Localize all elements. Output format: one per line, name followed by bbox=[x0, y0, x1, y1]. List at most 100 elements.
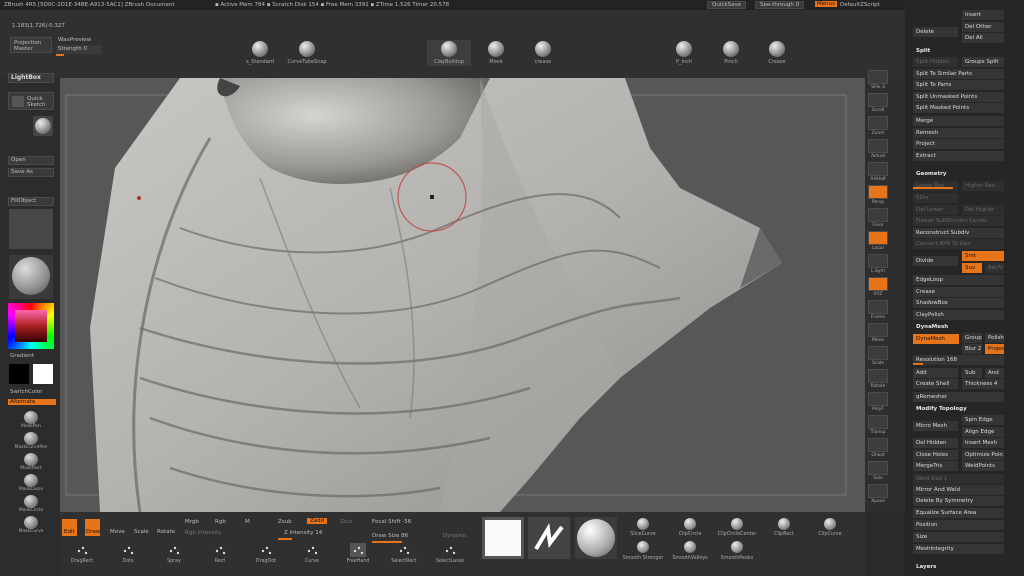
weld-dist-slider[interactable]: Weld Dist 1 bbox=[913, 474, 1004, 484]
shelf-spix-3-button[interactable] bbox=[868, 70, 888, 84]
mask-brush-icon[interactable] bbox=[24, 411, 38, 424]
mask-brush-label[interactable]: MaskCurvePen bbox=[6, 445, 56, 450]
stroke-label[interactable]: SelectLasso bbox=[428, 559, 472, 564]
merge-button[interactable]: Merge bbox=[913, 116, 1004, 126]
stroke-label[interactable]: DragRect bbox=[60, 559, 104, 564]
shelf-zoom-button[interactable] bbox=[868, 116, 888, 130]
del-hidden-button[interactable]: Del Hidden bbox=[913, 438, 958, 448]
mask-brush-label[interactable]: MaskCurve bbox=[6, 529, 56, 534]
position-section[interactable]: Position bbox=[913, 520, 1004, 530]
del-other-button[interactable]: Del Other bbox=[962, 22, 1004, 32]
mask-brush-label[interactable]: MaskPen bbox=[6, 424, 56, 429]
brush-label[interactable]: CurveTubeSnap bbox=[287, 59, 327, 65]
lightbox-button[interactable]: LightBox bbox=[8, 73, 54, 83]
draw-mode-button[interactable]: Draw bbox=[85, 519, 100, 536]
groups-toggle[interactable]: Groups bbox=[962, 333, 982, 343]
stroke-label[interactable]: Rect bbox=[198, 559, 242, 564]
mask-brush-icon[interactable] bbox=[24, 453, 38, 466]
scale-mode-button[interactable]: Scale bbox=[134, 529, 149, 535]
quick-sketch-button[interactable]: Quick Sketch bbox=[8, 92, 54, 110]
dynamic-button[interactable]: Dynamic bbox=[443, 533, 467, 539]
brush-sphere-icon[interactable] bbox=[676, 41, 692, 57]
material-swatch[interactable] bbox=[33, 116, 53, 136]
groups-split-button[interactable]: Groups Split bbox=[962, 57, 1004, 67]
brush-label[interactable]: s_Standard bbox=[240, 59, 280, 65]
brush-sphere-icon[interactable] bbox=[299, 41, 315, 57]
shelf-actual-button[interactable] bbox=[868, 139, 888, 153]
dynamesh-project-toggle[interactable]: Projec bbox=[985, 344, 1004, 354]
optimize-points-button[interactable]: Optimize Poin bbox=[962, 450, 1004, 460]
smooth-brush-icon[interactable] bbox=[637, 541, 649, 553]
crease-button[interactable]: Crease bbox=[913, 287, 1004, 297]
blur-slider[interactable]: Blur 2 bbox=[962, 344, 982, 354]
delete-button[interactable]: Delete bbox=[913, 27, 958, 37]
alternate-button[interactable]: Alternate bbox=[8, 399, 56, 405]
move-mode-button[interactable]: Move bbox=[110, 529, 125, 535]
stroke-curve-icon[interactable] bbox=[304, 543, 320, 557]
mirror-and-weld-button[interactable]: Mirror And Weld bbox=[913, 485, 1004, 495]
mask-brush-label[interactable]: MaskLasso bbox=[6, 487, 56, 492]
mask-brush-icon[interactable] bbox=[24, 516, 38, 529]
shelf-floor-button[interactable] bbox=[868, 208, 888, 222]
mask-brush-icon[interactable] bbox=[24, 474, 38, 487]
clip-brush-label[interactable]: ClipCircleCenter bbox=[713, 532, 761, 537]
smooth-brush-label[interactable]: SmoothValleys bbox=[666, 556, 714, 561]
fill-object-button[interactable]: FillObject bbox=[8, 197, 54, 206]
main-color-swatch[interactable] bbox=[9, 364, 29, 384]
sub-button[interactable]: Sub bbox=[962, 368, 982, 378]
save-as-button[interactable]: Save As bbox=[8, 168, 54, 177]
smooth-brush-label[interactable]: Smooth Stronger bbox=[619, 556, 667, 561]
brush-sphere-icon[interactable] bbox=[252, 41, 268, 57]
stroke-label[interactable]: Spray bbox=[152, 559, 196, 564]
mask-brush-icon[interactable] bbox=[24, 432, 38, 445]
equalize-surface-area-button[interactable]: Equalize Surface Area bbox=[913, 508, 1004, 518]
brush-sphere-icon[interactable] bbox=[488, 41, 504, 57]
shelf-ghost-button[interactable] bbox=[868, 438, 888, 452]
clip-brush-icon[interactable] bbox=[637, 518, 649, 530]
stroke-dots-icon[interactable] bbox=[120, 543, 136, 557]
open-button[interactable]: Open bbox=[8, 156, 54, 165]
mask-brush-icon[interactable] bbox=[24, 495, 38, 508]
align-edge-button[interactable]: Align Edge bbox=[962, 427, 1004, 437]
strength-slider[interactable]: Strength 0 bbox=[56, 45, 102, 54]
suv-toggle[interactable]: Suv bbox=[962, 263, 982, 273]
zadd-button[interactable]: Zadd bbox=[307, 518, 328, 524]
weld-points-button[interactable]: WeldPoints bbox=[962, 461, 1004, 471]
brush-sphere-icon[interactable] bbox=[769, 41, 785, 57]
split-masked-points-button[interactable]: Split Masked Points bbox=[913, 103, 1004, 113]
zsub-button[interactable]: Zsub bbox=[278, 519, 292, 525]
divide-button[interactable]: Divide bbox=[913, 256, 958, 266]
brush-sphere-icon[interactable] bbox=[441, 41, 457, 57]
wax-preview-label[interactable]: WaxPreview bbox=[58, 37, 91, 43]
clip-brush-icon[interactable] bbox=[778, 518, 790, 530]
brush-label[interactable]: P_Inch bbox=[664, 59, 704, 65]
delete-by-symmetry-button[interactable]: Delete By Symmetry bbox=[913, 496, 1004, 506]
clip-brush-icon[interactable] bbox=[684, 518, 696, 530]
remesh-button[interactable]: Remesh bbox=[913, 128, 1004, 138]
brush-label[interactable]: crease bbox=[523, 59, 563, 65]
shelf-transp-button[interactable] bbox=[868, 415, 888, 429]
split-to-parts-button[interactable]: Split To Parts bbox=[913, 80, 1004, 90]
clip-brush-icon[interactable] bbox=[731, 518, 743, 530]
shelf-polyf-button[interactable] bbox=[868, 392, 888, 406]
shelf-aahalf-button[interactable] bbox=[868, 162, 888, 176]
convert-bpr-button[interactable]: Convert BPR To Geo bbox=[913, 239, 1004, 249]
size-section[interactable]: Size bbox=[913, 532, 1004, 542]
merge-tris-button[interactable]: MergeTris bbox=[913, 461, 958, 471]
shelf-rotate-button[interactable] bbox=[868, 369, 888, 383]
brush-label[interactable]: Move bbox=[476, 59, 516, 65]
smooth-brush-label[interactable]: SmoothPeaks bbox=[713, 556, 761, 561]
shelf-persp-button[interactable] bbox=[868, 185, 888, 199]
resolution-slider[interactable]: Resolution 168 bbox=[913, 355, 1004, 365]
material-thumbnail[interactable] bbox=[575, 517, 617, 559]
stroke-dragrect-icon[interactable] bbox=[74, 543, 90, 557]
color-square[interactable] bbox=[15, 310, 47, 342]
mrgb-button[interactable]: Mrgb bbox=[185, 519, 199, 525]
clip-brush-label[interactable]: ClipCurve bbox=[806, 532, 854, 537]
del-higher-button[interactable]: Del Higher bbox=[962, 205, 1004, 215]
shadowbox-button[interactable]: ShadowBox bbox=[913, 298, 1004, 308]
claypolish-button[interactable]: ClayPolish bbox=[913, 310, 1004, 320]
clip-brush-label[interactable]: ClipCircle bbox=[666, 532, 714, 537]
stroke-label[interactable]: DragDot bbox=[244, 559, 288, 564]
project-button[interactable]: Project bbox=[913, 139, 1004, 149]
